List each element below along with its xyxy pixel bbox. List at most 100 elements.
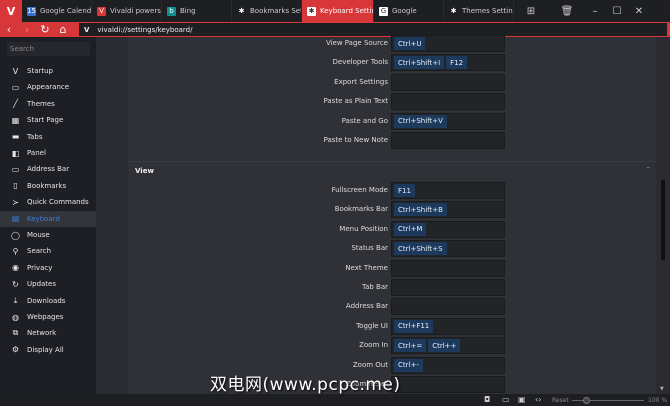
sidebar-item-label: Downloads [27,296,66,305]
forward-button[interactable]: › [18,23,36,36]
zoom-slider-handle[interactable] [583,397,591,404]
shortcut-row: Paste and Go Ctrl+Shift+V [128,112,656,130]
home-button[interactable]: ⌂ [54,23,72,36]
shortcut-key[interactable]: F11 [394,184,415,197]
shortcut-key[interactable]: Ctrl+Shift+B [394,203,447,217]
sidebar-item-startup[interactable]: V Startup [0,63,96,79]
settings-search-input[interactable]: Search [7,42,90,56]
sidebar-item-label: Privacy [27,263,53,272]
refresh-icon: ↻ [12,279,19,289]
sidebar-item-keyboard[interactable]: ▤ Keyboard [0,210,96,227]
tab-themes-settings[interactable]: ✱ Themes Settings [444,0,514,22]
shortcut-key[interactable]: F12 [446,56,468,70]
sidebar-item-mouse[interactable]: ◯ Mouse [0,227,96,243]
shortcut-key[interactable]: Ctrl+F11 [394,319,434,333]
zoom-reset-button[interactable]: Reset [552,397,569,404]
gear-icon: ✱ [450,7,457,15]
tab-google[interactable]: G Google [374,0,444,22]
vivaldi-menu-button[interactable]: V [0,0,22,22]
gear-icon: ⚙ [11,345,20,355]
minimize-button[interactable]: – [584,0,606,22]
sidebar-item-label: Bookmarks [27,181,67,190]
window-icon[interactable]: ▭ [502,395,510,404]
code-icon[interactable]: ‹› [535,395,541,404]
tab-bing[interactable]: b Bing [162,0,232,22]
shortcut-key[interactable]: Ctrl+= [394,339,427,353]
vivaldi-icon: V [12,66,19,76]
sidebar-item-updates[interactable]: ↻ Updates [0,276,96,292]
scrollbar-thumb[interactable] [661,180,665,260]
sidebar-item-appearance[interactable]: ▭ Appearance [0,79,96,95]
image-icon[interactable]: ▣ [518,395,526,404]
shortcut-input[interactable]: Ctrl+F11 [391,317,505,335]
shortcut-input[interactable] [391,298,505,316]
scrollbar[interactable]: ▼ [656,37,670,394]
sidebar-item-search[interactable]: ⚲ Search [0,243,96,259]
shortcut-input[interactable]: Ctrl+Shift+V [391,112,505,130]
sidebar-item-privacy[interactable]: ◉ Privacy [0,260,96,276]
shortcut-key[interactable]: Ctrl++ [428,339,461,353]
calendar-icon: 15 [27,6,36,16]
grid-icon: ▦ [11,115,20,125]
zoom-slider[interactable] [572,397,644,404]
sidebar-item-bookmarks[interactable]: ▯ Bookmarks [0,178,96,194]
shortcut-input[interactable]: Ctrl+U [391,35,505,52]
shortcut-row: View Page Source Ctrl+U [128,35,656,52]
tab-vivaldi-powers-up[interactable]: V Vivaldi powers up [92,0,162,22]
tab-label: Keyboard Settings [320,7,373,15]
shortcut-input[interactable] [391,259,505,277]
shortcut-input[interactable]: F11 [391,182,505,199]
shortcut-input[interactable] [391,73,505,91]
maximize-button[interactable]: ☐ [606,0,628,22]
shortcut-input[interactable] [391,132,505,149]
shortcut-input[interactable]: Ctrl+= Ctrl++ [391,337,505,355]
tab-label: Google Calendar - [40,7,92,15]
window-icon: ▭ [11,82,20,92]
sidebar-item-start-page[interactable]: ▦ Start Page [0,112,96,128]
shortcut-label: Zoom In [359,341,388,350]
shortcut-input[interactable]: Ctrl+Shift+B [391,201,505,219]
shortcut-input[interactable] [391,279,505,296]
shortcut-input[interactable]: Ctrl+- [391,356,505,374]
shortcut-input[interactable] [391,93,505,111]
collapse-icon[interactable]: – [647,163,651,171]
shortcut-input[interactable]: Ctrl+M [391,220,505,238]
trash-icon[interactable]: 🗑 [556,0,578,22]
tab-bookmarks-settings[interactable]: ✱ Bookmarks Settings [232,0,302,22]
sidebar-item-tabs[interactable]: ▬ Tabs [0,129,96,145]
camera-icon[interactable]: ◘ [484,395,490,404]
shortcut-key[interactable]: Ctrl+Shift+S [394,242,447,256]
sidebar-item-webpages[interactable]: ◍ Webpages [0,309,96,325]
sidebar-item-label: Mouse [27,231,50,239]
sidebar-item-quick-commands[interactable]: ≻ Quick Commands [0,194,96,210]
sidebar-item-address-bar[interactable]: ▭ Address Bar [0,161,96,177]
sidebar-item-network[interactable]: ⧉ Network [0,325,96,341]
sidebar-item-panel[interactable]: ◧ Panel [0,145,96,161]
sidebar-item-label: Network [27,329,57,338]
shortcut-label: Status Bar [351,244,388,253]
close-button[interactable]: ✕ [628,0,650,22]
sidebar-item-label: Webpages [27,313,64,321]
sidebar-item-themes[interactable]: ╱ Themes [0,96,96,112]
reload-button[interactable]: ↻ [36,23,54,36]
shortcut-row: Next Theme [128,259,656,277]
zoom-level: 100 % [648,397,668,404]
shortcut-input[interactable]: Ctrl+Shift+I F12 [391,54,505,72]
shortcut-key[interactable]: Ctrl+M [394,222,427,236]
sidebar-item-downloads[interactable]: ⤓ Downloads [0,293,96,309]
shortcut-label: View Page Source [325,39,388,47]
shortcut-input[interactable] [391,376,505,393]
tab-google-calendar-[interactable]: 15 Google Calendar - [22,0,92,22]
scroll-down-icon[interactable]: ▼ [660,386,664,392]
new-tab-button[interactable]: ⊞ [520,0,542,22]
sidebar-item-display-all[interactable]: ⚙ Display All [0,342,96,358]
shortcut-input[interactable]: Ctrl+Shift+S [391,240,505,258]
shortcut-row: Paste as Plain Text [128,93,656,111]
shortcut-key[interactable]: Ctrl+Shift+V [394,114,447,128]
back-button[interactable]: ‹ [0,23,18,36]
eye-icon: ◉ [12,263,19,273]
tab-keyboard-settings[interactable]: ✱ Keyboard Settings [302,0,374,22]
shortcut-key[interactable]: Ctrl+Shift+I [394,56,445,70]
shortcut-key[interactable]: Ctrl+U [394,37,426,50]
google-icon: G [379,6,388,16]
